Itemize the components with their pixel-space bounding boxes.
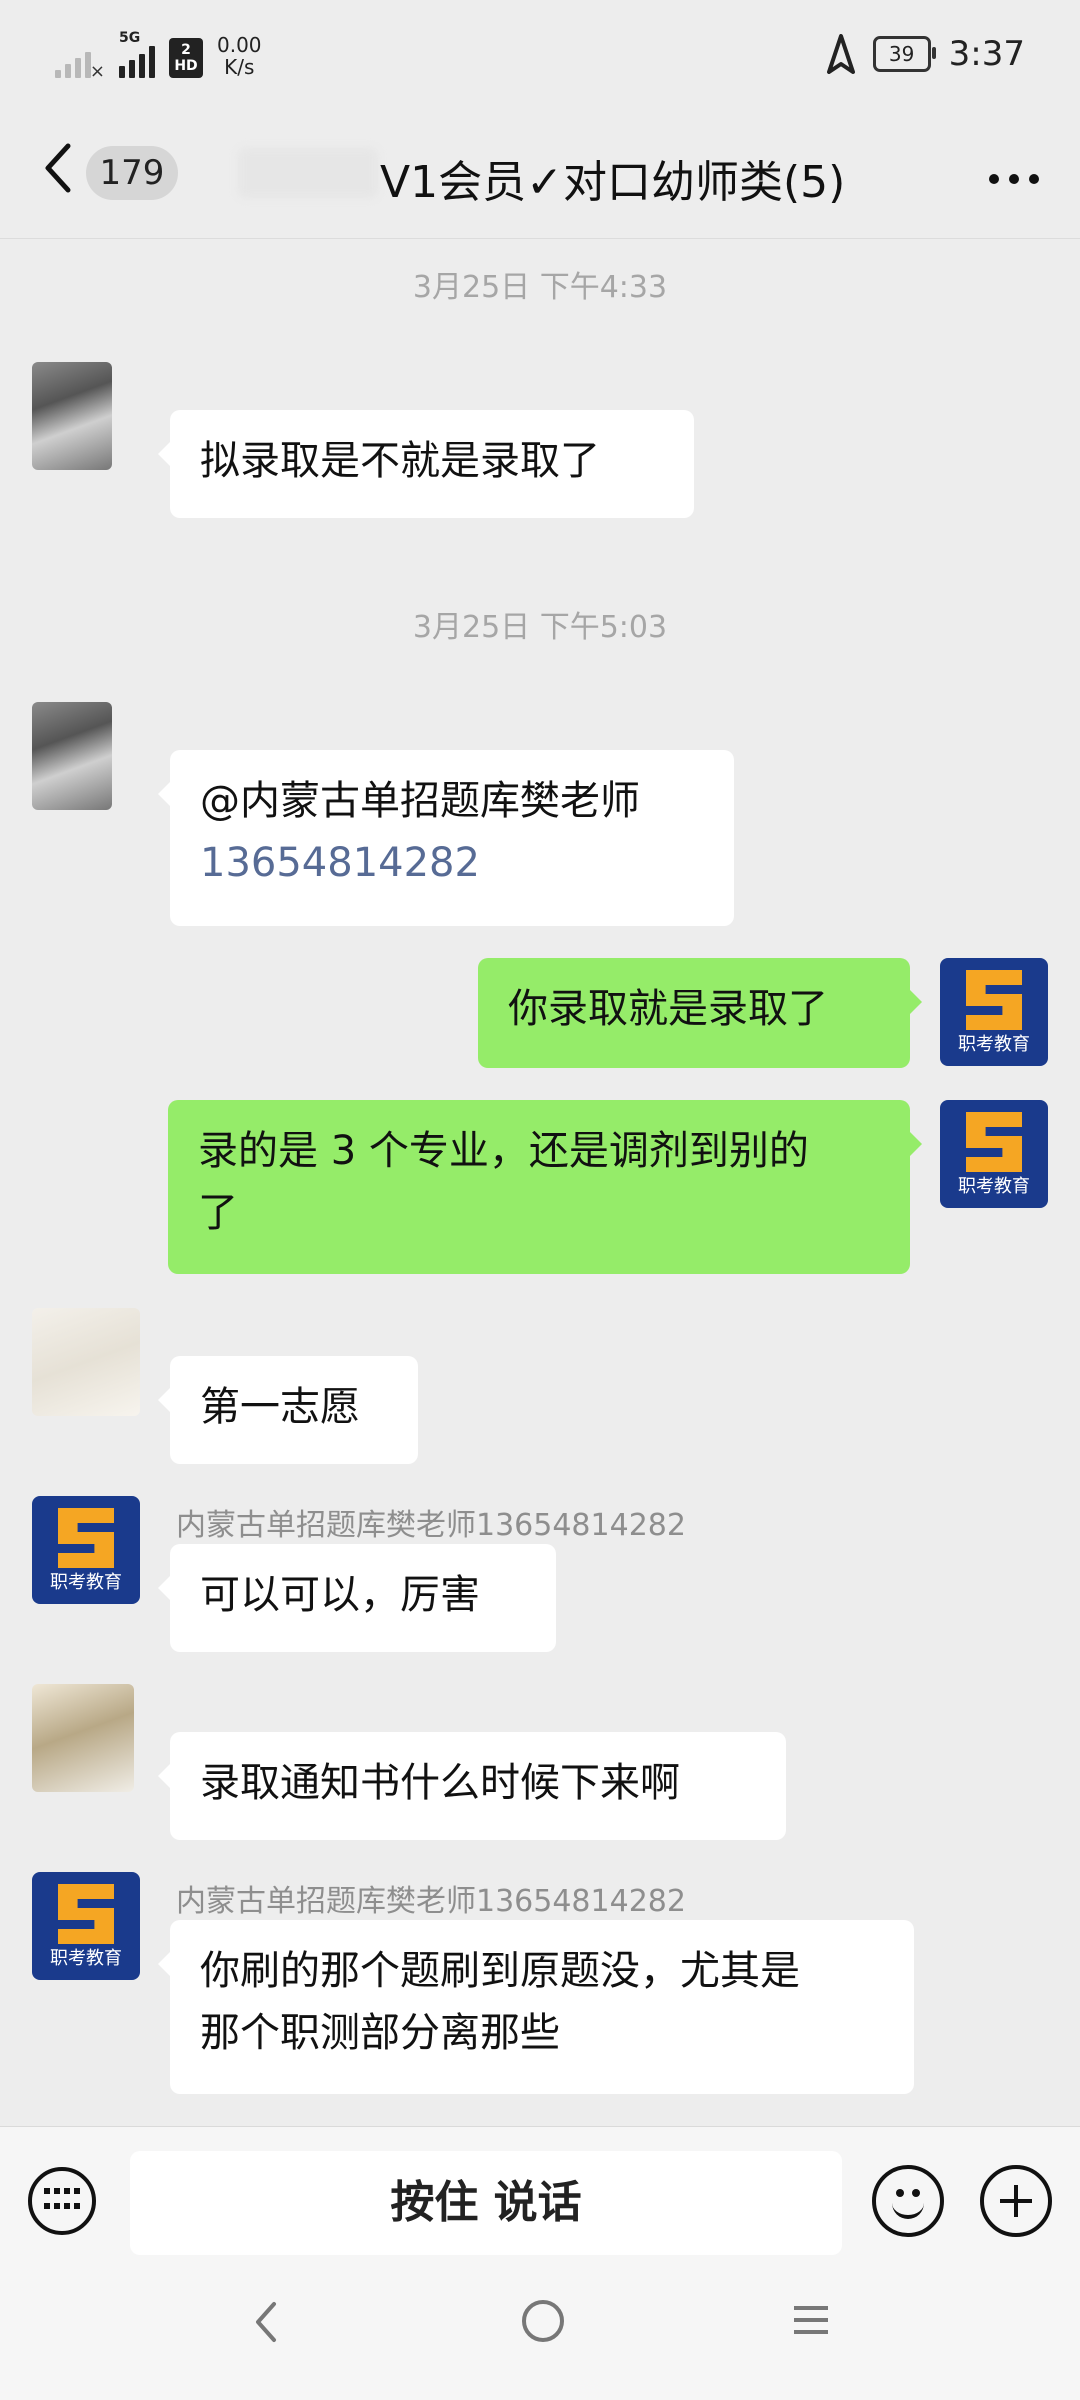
keyboard-toggle-button[interactable] — [28, 2167, 96, 2235]
avatar[interactable] — [32, 1684, 134, 1792]
message-text: 你刷的那个题刷到原题没，尤其是 — [200, 1948, 800, 1994]
chevron-left-icon — [45, 143, 71, 193]
time-divider: 3月25日 下午4:33 — [412, 270, 668, 305]
header-divider — [0, 238, 1080, 239]
battery-level: 39 — [888, 42, 915, 66]
more-icon — [989, 174, 1039, 184]
battery-icon: 39 — [872, 36, 936, 72]
logo-icon — [966, 970, 1022, 1030]
signal-sim1-icon: × — [55, 38, 105, 82]
nav-menu-icon[interactable] — [794, 2306, 828, 2342]
message-text-line2: 那个职测部分离那些 — [200, 2010, 560, 2056]
logo-label: 职考教育 — [50, 1948, 122, 1969]
nav-home-icon[interactable] — [522, 2300, 564, 2342]
message-text-line2: 了 — [198, 1190, 238, 1236]
title-blurred-part — [238, 148, 378, 198]
chat-title[interactable]: V1会员✓对口幼师类(5) — [380, 146, 845, 210]
chat-header: 179 V1会员✓对口幼师类(5) — [0, 110, 1080, 238]
emoji-icon — [896, 2189, 904, 2197]
logo-label: 职考教育 — [958, 1034, 1030, 1055]
message-text: 录取通知书什么时候下来啊 — [200, 1760, 680, 1806]
message-bubble[interactable]: 你刷的那个题刷到原题没，尤其是 那个职测部分离那些 — [158, 1920, 914, 2094]
avatar-own[interactable]: 职考教育 — [940, 1100, 1048, 1208]
message-text: @内蒙古单招题库樊老师 — [200, 778, 640, 824]
message-text: 拟录取是不就是录取了 — [200, 438, 600, 484]
avatar-own[interactable]: 职考教育 — [940, 958, 1048, 1066]
message-bubble[interactable]: 录取通知书什么时候下来啊 — [158, 1732, 786, 1840]
hold-to-talk-button[interactable]: 按住 说话 — [130, 2151, 842, 2255]
message-bubble-own[interactable]: 你录取就是录取了 — [478, 958, 922, 1068]
message-bubble[interactable]: 第一志愿 — [158, 1356, 418, 1464]
message-text: 第一志愿 — [200, 1384, 360, 1430]
system-nav-bar — [0, 2260, 1080, 2400]
logo-label: 职考教育 — [50, 1572, 122, 1593]
nav-back-icon[interactable] — [252, 2300, 282, 2344]
location-arrow-icon — [826, 34, 855, 74]
phone-link[interactable]: 13654814282 — [200, 832, 704, 894]
sender-name: 内蒙古单招题库樊老师13654814282 — [176, 1508, 686, 1543]
message-bubble-own[interactable]: 录的是 3 个专业，还是调剂到别的 了 — [168, 1100, 922, 1274]
unread-count-badge[interactable]: 179 — [86, 146, 178, 200]
speed-value: 0.00 — [217, 33, 262, 57]
message-bubble[interactable]: 可以可以，厉害 — [158, 1544, 556, 1652]
message-text: 可以可以，厉害 — [200, 1572, 480, 1618]
more-button[interactable] — [988, 146, 1040, 196]
keyboard-icon — [44, 2188, 80, 2214]
avatar[interactable] — [32, 702, 112, 810]
speed-unit: K/s — [224, 55, 255, 79]
plus-button[interactable] — [980, 2165, 1052, 2237]
message-text: 你录取就是录取了 — [508, 986, 828, 1032]
logo-icon — [58, 1884, 114, 1944]
message-bubble[interactable]: @内蒙古单招题库樊老师 13654814282 — [158, 750, 734, 926]
back-button[interactable] — [40, 140, 80, 200]
network-speed: 0.00 K/s — [217, 34, 262, 78]
message-text: 录的是 3 个专业，还是调剂到别的 — [198, 1128, 809, 1174]
logo-label: 职考教育 — [958, 1176, 1030, 1197]
logo-icon — [58, 1508, 114, 1568]
avatar[interactable] — [32, 362, 112, 470]
hd-top-label: 2 — [181, 42, 191, 58]
clock: 3:37 — [948, 34, 1025, 74]
logo-icon — [966, 1112, 1022, 1172]
avatar[interactable]: 职考教育 — [32, 1496, 140, 1604]
time-divider: 3月25日 下午5:03 — [412, 610, 668, 645]
network-type-label: 5G — [119, 30, 141, 46]
signal-5g-icon: 5G — [119, 30, 155, 78]
avatar[interactable]: 职考教育 — [32, 1872, 140, 1980]
hd-bottom-label: HD — [174, 58, 198, 74]
message-bubble[interactable]: 拟录取是不就是录取了 — [158, 410, 694, 518]
sender-name: 内蒙古单招题库樊老师13654814282 — [176, 1884, 686, 1919]
avatar[interactable] — [32, 1308, 140, 1416]
hd-voice-icon: 2 HD — [169, 38, 203, 78]
emoji-button[interactable] — [872, 2165, 944, 2237]
input-bar: 按住 说话 — [0, 2126, 1080, 2261]
status-bar: × 5G 2 HD 0.00 K/s 39 3:37 — [0, 0, 1080, 110]
